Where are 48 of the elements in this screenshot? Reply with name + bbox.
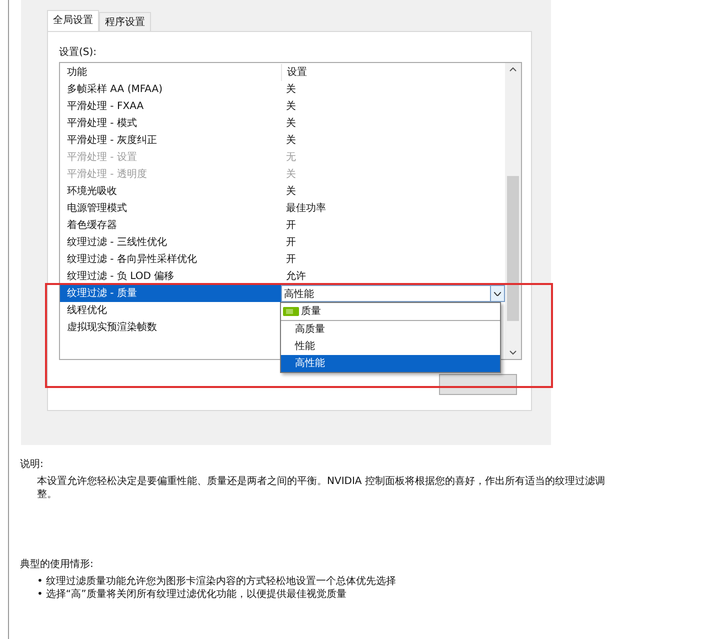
feature-name[interactable]: 平滑处理 - 模式 [60,115,281,132]
usage-item: 选择“高”质量将关闭所有纹理过滤优化功能，以便提供最佳视觉质量 [46,588,346,601]
description-text: 本设置允许您轻松决定是要偏重性能、质量还是两者之间的平衡。NVIDIA 控制面板将根据您的喜好，作出所有适当的纹理过滤调整。 [36,475,606,501]
setting-value: 关 [285,168,297,182]
usage-title: 典型的使用情形: [20,558,94,571]
settings-label: 设置(S): [59,46,98,59]
setting-value: 允许 [285,270,307,284]
feature-name[interactable]: 虚拟现实预渲染帧数 [60,319,281,336]
dropdown-value: 高性能 [284,288,314,300]
description-title: 说明: [20,458,44,471]
bullet-mark: • [37,588,43,601]
feature-name[interactable]: 环境光吸收 [60,183,281,200]
quality-dropdown[interactable]: 高性能 [281,285,505,302]
setting-value: 开 [285,219,297,233]
setting-value: 开 [285,236,297,250]
option-label: 质量 [301,304,321,319]
tab[interactable]: 程序设置 [99,12,151,31]
feature-name[interactable]: 纹理过滤 - 三线性优化 [60,234,281,251]
gpu-icon [283,307,299,316]
setting-value: 关 [285,100,297,114]
scrollbar-thumb[interactable] [507,176,519,321]
feature-name[interactable]: 电源管理模式 [60,200,281,217]
feature-name[interactable]: 线程优化 [60,302,281,319]
feature-name[interactable]: 平滑处理 - FXAA [60,98,281,115]
column-header[interactable]: 功能 [60,64,281,81]
feature-name[interactable]: 纹理过滤 - 各向异性采样优化 [60,251,281,268]
dropdown-option[interactable]: 性能 [281,338,500,355]
restore-button[interactable] [439,374,517,395]
dropdown-option[interactable]: 高质量 [281,321,500,338]
feature-name[interactable]: 平滑处理 - 灰度纠正 [60,132,281,149]
feature-name[interactable]: 纹理过滤 - 负 LOD 偏移 [60,268,281,285]
caret-icon[interactable] [490,286,504,301]
bullet-mark: • [37,575,43,588]
scroll-up-icon[interactable] [509,67,517,72]
dropdown-option[interactable]: 高性能 [281,355,500,372]
setting-value: 关 [285,82,297,97]
scroll-down-icon[interactable] [509,350,517,355]
usage-item: 纹理过滤质量功能允许您为图形卡渲染内容的方式轻松地设置一个总体优先选择 [46,575,396,588]
tab[interactable]: 全局设置 [47,10,99,31]
setting-value: 关 [285,184,297,199]
setting-value: 开 [285,253,297,267]
feature-name[interactable]: 纹理过滤 - 质量 [60,285,281,302]
setting-value: 关 [285,134,297,148]
setting-value: 最佳功率 [285,202,327,216]
setting-value: 关 [285,116,297,131]
setting-value: 无 [285,151,297,165]
feature-name[interactable]: 着色缓存器 [60,217,281,234]
feature-name[interactable]: 多帧采样 AA (MFAA) [60,81,281,98]
